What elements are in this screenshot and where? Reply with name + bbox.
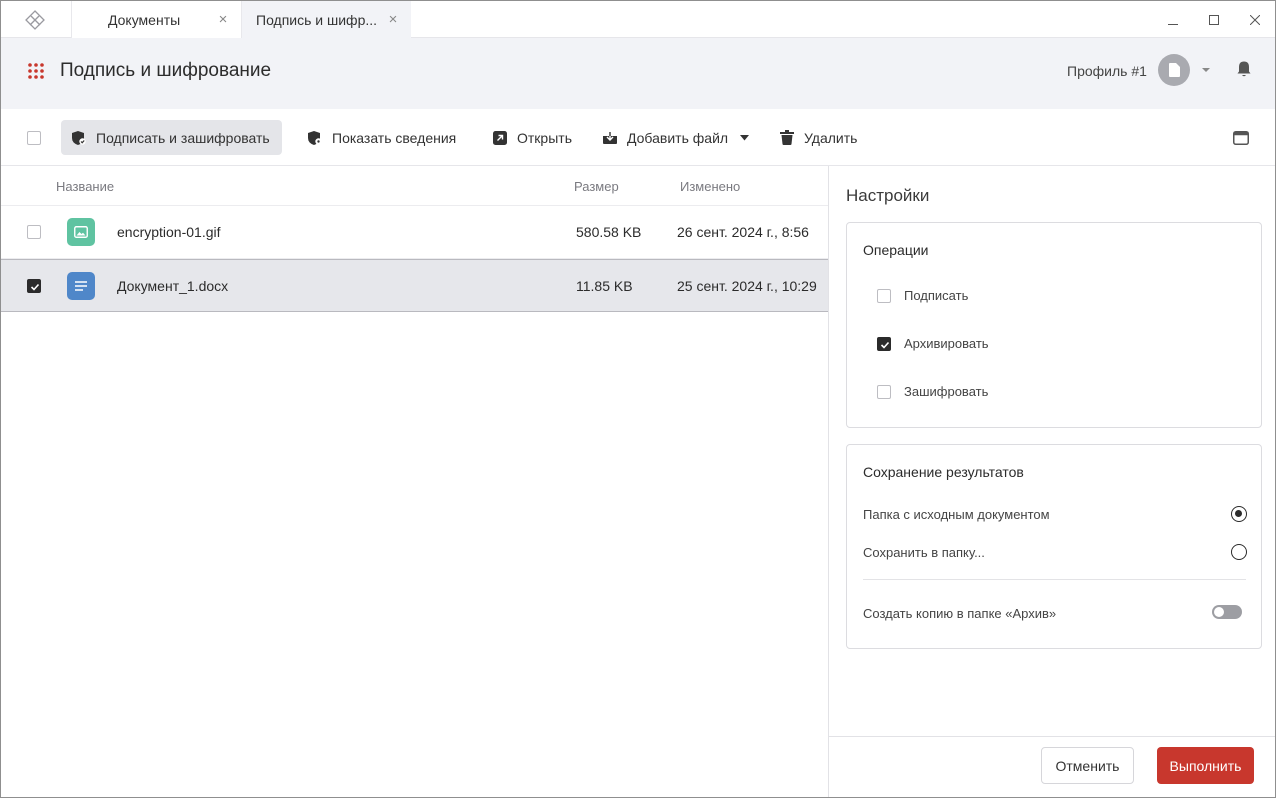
- encrypt-checkbox[interactable]: [877, 384, 891, 399]
- save-to-folder-label: Сохранить в папку...: [863, 545, 985, 560]
- open-external-icon: [492, 130, 508, 146]
- archive-checkbox[interactable]: [877, 336, 891, 351]
- operations-title: Операции: [863, 242, 929, 258]
- tab-label: Документы: [108, 11, 181, 28]
- source-folder-label: Папка с исходным документом: [863, 507, 1050, 522]
- shield-icon: [71, 130, 87, 146]
- close-icon[interactable]: ×: [387, 12, 399, 27]
- show-info-button[interactable]: Показать сведения: [297, 120, 466, 155]
- archive-copy-toggle[interactable]: [1212, 605, 1242, 619]
- app-logo-icon: [25, 10, 45, 30]
- save-results-card: Сохранение результатов Папка с исходным …: [846, 444, 1262, 649]
- chevron-down-icon[interactable]: [740, 134, 750, 141]
- operations-card: Операции Подписать Архивировать Зашифров…: [846, 222, 1262, 428]
- toolbar: Подписать и зашифровать Показать сведени…: [1, 109, 1275, 166]
- close-icon: [1249, 14, 1260, 25]
- source-folder-radio[interactable]: [1231, 506, 1247, 522]
- archive-option[interactable]: Архивировать: [877, 336, 989, 351]
- sign-encrypt-label: Подписать и зашифровать: [96, 129, 270, 146]
- image-file-icon: [67, 218, 95, 246]
- open-label: Открыть: [517, 129, 572, 146]
- delete-label: Удалить: [804, 129, 858, 146]
- close-icon[interactable]: ×: [217, 12, 229, 27]
- add-file-button[interactable]: Добавить файл: [592, 120, 759, 155]
- file-name: encryption-01.gif: [117, 224, 221, 240]
- avatar[interactable]: [1158, 54, 1190, 86]
- sign-checkbox[interactable]: [877, 288, 891, 303]
- archive-copy-option[interactable]: Создать копию в папке «Архив»: [863, 605, 1247, 621]
- bell-icon[interactable]: [1236, 60, 1252, 78]
- divider: [863, 579, 1246, 580]
- row-checkbox[interactable]: [27, 225, 41, 239]
- layout-panel-icon[interactable]: [1233, 131, 1249, 145]
- encrypt-option[interactable]: Зашифровать: [877, 384, 988, 399]
- add-file-icon: [602, 130, 618, 146]
- save-to-folder-radio[interactable]: [1231, 544, 1247, 560]
- action-footer: Отменить Выполнить: [829, 736, 1275, 797]
- archive-copy-label: Создать копию в папке «Архив»: [863, 606, 1057, 621]
- sign-label: Подписать: [904, 288, 969, 303]
- file-size: 11.85 KB: [576, 278, 633, 294]
- tab-documents[interactable]: Документы ×: [71, 1, 241, 38]
- app-window: Документы × Подпись и шифр... × Подпись …: [0, 0, 1276, 798]
- profile-label[interactable]: Профиль #1: [1067, 63, 1147, 79]
- settings-title: Настройки: [846, 186, 930, 205]
- profile-doc-icon: [1169, 63, 1180, 77]
- file-size: 580.58 KB: [576, 224, 642, 240]
- table-row[interactable]: Документ_1.docx 11.85 KB 25 сент. 2024 г…: [1, 259, 828, 312]
- maximize-button[interactable]: [1193, 1, 1234, 38]
- sign-option[interactable]: Подписать: [877, 288, 968, 303]
- add-file-label: Добавить файл: [627, 129, 729, 146]
- chevron-down-icon[interactable]: [1201, 66, 1211, 74]
- show-info-label: Показать сведения: [332, 129, 457, 146]
- title-bar: Документы × Подпись и шифр... ×: [1, 1, 1275, 38]
- sign-encrypt-button[interactable]: Подписать и зашифровать: [61, 120, 282, 155]
- table-row[interactable]: encryption-01.gif 580.58 KB 26 сент. 202…: [1, 206, 828, 259]
- document-file-icon: [67, 272, 95, 300]
- page-title: Подпись и шифрование: [60, 60, 272, 81]
- column-size[interactable]: Размер: [574, 179, 619, 194]
- minimize-icon: [1167, 23, 1178, 25]
- encrypt-label: Зашифровать: [904, 384, 989, 399]
- tab-strip: Документы × Подпись и шифр... ×: [71, 1, 411, 38]
- open-button[interactable]: Открыть: [482, 120, 582, 155]
- select-all-checkbox[interactable]: [27, 131, 41, 145]
- delete-button[interactable]: Удалить: [769, 120, 867, 155]
- table-header: Название Размер Изменено: [1, 166, 828, 206]
- source-folder-option[interactable]: Папка с исходным документом: [863, 506, 1247, 522]
- settings-panel: Настройки Операции Подписать Архивироват…: [828, 166, 1275, 797]
- tab-label: Подпись и шифр...: [256, 11, 378, 28]
- save-results-title: Сохранение результатов: [863, 464, 1024, 480]
- page-header: Подпись и шифрование Профиль #1: [1, 38, 1275, 109]
- shield-info-icon: [307, 130, 323, 146]
- column-name[interactable]: Название: [56, 179, 114, 194]
- minimize-button[interactable]: [1152, 1, 1193, 38]
- run-button[interactable]: Выполнить: [1157, 747, 1254, 784]
- file-name: Документ_1.docx: [117, 278, 229, 294]
- file-modified: 25 сент. 2024 г., 10:29: [677, 278, 817, 294]
- window-controls: [1152, 1, 1275, 38]
- trash-icon: [779, 130, 795, 146]
- save-to-folder-option[interactable]: Сохранить в папку...: [863, 544, 1247, 560]
- row-checkbox[interactable]: [27, 279, 41, 293]
- maximize-icon: [1208, 14, 1219, 25]
- close-window-button[interactable]: [1234, 1, 1275, 38]
- file-modified: 26 сент. 2024 г., 8:56: [677, 224, 809, 240]
- archive-label: Архивировать: [904, 336, 989, 351]
- file-list: Название Размер Изменено encryption-01.g…: [1, 166, 828, 797]
- apps-grid-icon[interactable]: [27, 62, 45, 80]
- column-modified[interactable]: Изменено: [680, 179, 740, 194]
- cancel-button[interactable]: Отменить: [1041, 747, 1134, 784]
- tab-sign-encrypt[interactable]: Подпись и шифр... ×: [241, 1, 411, 38]
